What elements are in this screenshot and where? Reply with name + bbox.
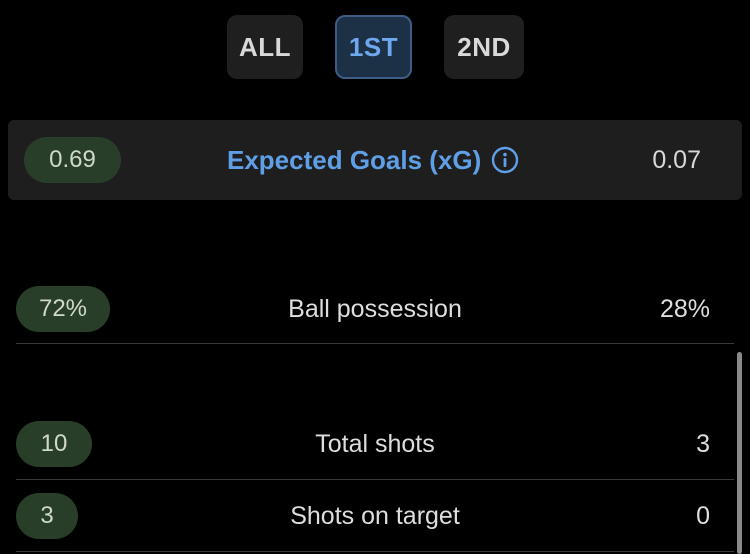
away-stat-value: 0 — [696, 502, 710, 530]
away-stat-value: 28% — [659, 295, 710, 323]
tab-2nd[interactable]: 2ND — [444, 15, 524, 79]
divider — [16, 343, 734, 344]
xg-home-value: 0.69 — [24, 137, 121, 183]
stat-label: Shots on target — [290, 502, 460, 530]
xg-title-group[interactable]: Expected Goals (xG) — [227, 144, 519, 176]
divider — [16, 551, 734, 552]
xg-away-value: 0.07 — [652, 145, 701, 174]
stat-row-shots-on-target: 3 Shots on target 0 — [16, 493, 734, 539]
scrollbar[interactable] — [737, 352, 742, 554]
xg-title: Expected Goals (xG) — [227, 144, 482, 175]
stat-row-total-shots: 10 Total shots 3 — [16, 421, 734, 467]
stat-label: Ball possession — [288, 295, 462, 323]
away-stat-value: 3 — [696, 430, 710, 458]
info-icon[interactable] — [491, 146, 519, 174]
stat-label: Total shots — [315, 430, 435, 458]
tab-all[interactable]: ALL — [227, 15, 303, 79]
stat-row-ball-possession: 72% Ball possession 28% — [16, 286, 734, 332]
divider — [16, 479, 734, 480]
tab-1st[interactable]: 1ST — [335, 15, 412, 79]
expected-goals-card: 0.69 Expected Goals (xG) 0.07 — [8, 120, 742, 200]
